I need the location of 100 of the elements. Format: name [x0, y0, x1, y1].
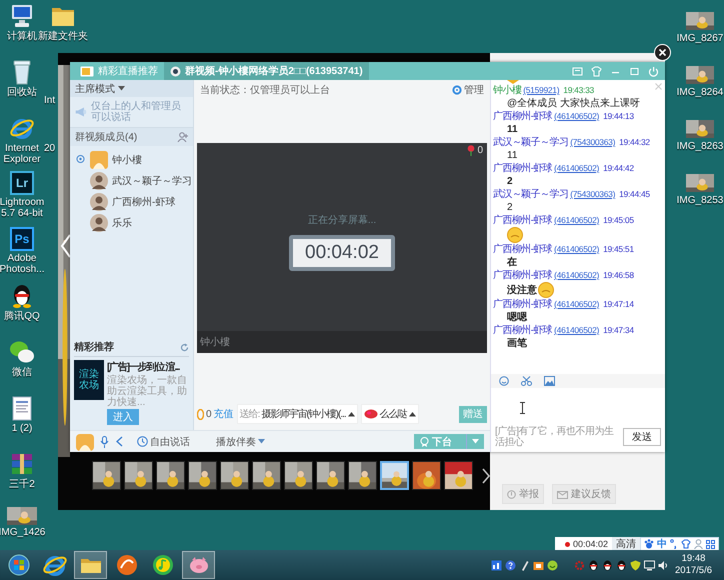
sender-id-link[interactable]: (461406502) [554, 243, 600, 255]
volume-icon[interactable] [658, 560, 670, 570]
thumbnail[interactable] [284, 461, 313, 490]
scissors-icon[interactable] [521, 376, 532, 386]
thumbnail[interactable] [220, 461, 249, 490]
message-text: 没注意 [507, 284, 537, 296]
sender-name[interactable]: 广西柳州-虾球 [493, 163, 552, 175]
thumbnail[interactable] [156, 461, 185, 490]
sender-name[interactable]: 广西柳州-虾球 [493, 325, 552, 337]
thumbnail[interactable] [188, 461, 217, 490]
avatar[interactable] [90, 172, 108, 190]
sender-id-link[interactable]: (461406502) [554, 298, 600, 310]
books-icon[interactable] [9, 451, 35, 477]
network-icon[interactable] [644, 560, 656, 570]
swirl-icon [116, 554, 138, 576]
sender-id-link[interactable]: (754300363) [570, 188, 616, 200]
icon-label[interactable]: IMG_8267 [676, 33, 724, 44]
penguin-icon[interactable] [602, 560, 614, 570]
message-text: 嗯嗯 [507, 311, 527, 324]
icon-label[interactable]: Adobe Photosh... [0, 253, 45, 275]
icon-label[interactable]: 1 (2) [12, 423, 32, 434]
pig-icon [188, 554, 210, 576]
thumbnail[interactable] [124, 461, 153, 490]
thumbnail[interactable] [412, 461, 441, 490]
sender-name[interactable]: 广西柳州-虾球 [493, 244, 552, 256]
quality-button[interactable]: 高清 [612, 537, 640, 551]
sender-name[interactable]: 钟小樓 [493, 85, 522, 97]
image-icon[interactable] [544, 376, 555, 386]
app-logo[interactable]: Lr [10, 171, 34, 195]
sender-id-link[interactable]: (461406502) [554, 324, 600, 336]
manage-button[interactable]: 管理 [452, 83, 484, 97]
icon-label[interactable]: IMG_8253 [676, 195, 724, 206]
avatar[interactable] [90, 214, 108, 232]
clock[interactable]: 19:48 2017/5/6 [675, 553, 724, 577]
rose-icon[interactable] [467, 145, 476, 156]
icon-label[interactable]: Int [44, 95, 56, 106]
talk-mode-button[interactable]: 自由说话 [137, 434, 190, 448]
badge-icon [420, 436, 429, 446]
member-name[interactable]: 广西柳州-虾球 [112, 194, 176, 208]
sender-name[interactable]: 广西柳州-虾球 [493, 111, 552, 123]
icon-label[interactable]: Internet Explorer [0, 143, 44, 165]
icon-label[interactable]: IMG_8264 [676, 87, 724, 98]
message-time: 19:47:34 [603, 324, 634, 336]
sender-id-link[interactable]: (461406502) [554, 110, 600, 122]
microphone-icon[interactable] [100, 436, 109, 448]
sender-id-link[interactable]: (754300363) [570, 136, 616, 148]
icon-label[interactable]: IMG_1426 [0, 527, 46, 538]
sender-name[interactable]: 广西柳州-虾球 [493, 299, 552, 311]
sender-id-link[interactable]: (461406502) [554, 269, 600, 281]
mode-dropdown[interactable]: 主席模式 [70, 80, 193, 97]
gift-dropdown[interactable]: 么么哒 [360, 404, 419, 424]
thumbnail[interactable] [92, 461, 121, 490]
icon-label[interactable]: 腾讯QQ [4, 311, 40, 322]
icon-label[interactable]: 三千2 [9, 479, 35, 490]
icon-label[interactable]: 微信 [12, 367, 32, 378]
smiley-icon[interactable] [547, 560, 558, 570]
icon-label[interactable]: 新建文件夹 [38, 31, 88, 42]
icon-label[interactable]: 计算机 [7, 31, 37, 42]
send-button[interactable]: 发送 [623, 428, 661, 446]
recipient-dropdown[interactable]: 送给: 摄影师宇宙(钟小樓)(... [236, 404, 358, 424]
sender-name[interactable]: 广西柳州-虾球 [493, 270, 552, 282]
thumbnail[interactable] [380, 461, 409, 490]
thumbnail[interactable] [348, 461, 377, 490]
icon-label[interactable]: Lightroom 5.7 64-bit [0, 197, 44, 219]
thumbnail[interactable] [316, 461, 345, 490]
message-text: 2 [507, 175, 513, 188]
thumbnail[interactable] [252, 461, 281, 490]
notice-text: 仅台上的人和管理员可以说话 [90, 101, 182, 123]
member-name[interactable]: 乐乐 [112, 216, 132, 230]
ad-image[interactable]: 渲染农场 [74, 360, 104, 400]
sender-id-link[interactable]: (461406502) [554, 162, 600, 174]
computer-icon[interactable] [9, 3, 35, 29]
icon-label[interactable]: 20 [44, 143, 56, 154]
recharge-link[interactable]: 充值 [214, 407, 234, 421]
shield-icon[interactable] [630, 560, 642, 570]
member-name[interactable]: 钟小樓 [112, 152, 142, 166]
penguin-icon[interactable] [588, 560, 600, 570]
sender-name[interactable]: 广西柳州-虾球 [493, 215, 552, 227]
sender-id-link[interactable]: (5159921) [523, 84, 560, 96]
penguin-icon[interactable] [616, 560, 628, 570]
ad-headline[interactable]: [广告]一步到位 渲... [107, 360, 189, 374]
box-icon[interactable] [533, 560, 544, 570]
avatar[interactable] [90, 192, 108, 210]
message-time: 19:44:32 [619, 136, 650, 148]
chat-bubbles-icon[interactable] [9, 339, 35, 365]
sender-name[interactable]: 武汉～颖子～学习 [493, 189, 568, 201]
sender-name[interactable]: 武汉～颖子～学习 [493, 137, 568, 149]
thumbnail[interactable] [444, 461, 473, 490]
app-logo[interactable]: Ps [10, 227, 34, 251]
icon-label[interactable]: IMG_8263 [676, 141, 724, 152]
member-name[interactable]: 武汉～颖子～学习 [112, 174, 192, 188]
icon-label[interactable]: 回收站 [7, 87, 37, 98]
help-icon[interactable] [505, 560, 516, 570]
sender-id-link[interactable]: (461406502) [554, 214, 600, 226]
add-person-icon[interactable] [177, 132, 188, 142]
chart-icon[interactable] [491, 560, 502, 570]
recording-timer: 00:04:02 [555, 537, 612, 551]
accompaniment-dropdown[interactable]: 播放伴奏 [216, 434, 265, 448]
message-time: 19:44:42 [603, 162, 634, 174]
pen-icon[interactable] [519, 560, 530, 570]
